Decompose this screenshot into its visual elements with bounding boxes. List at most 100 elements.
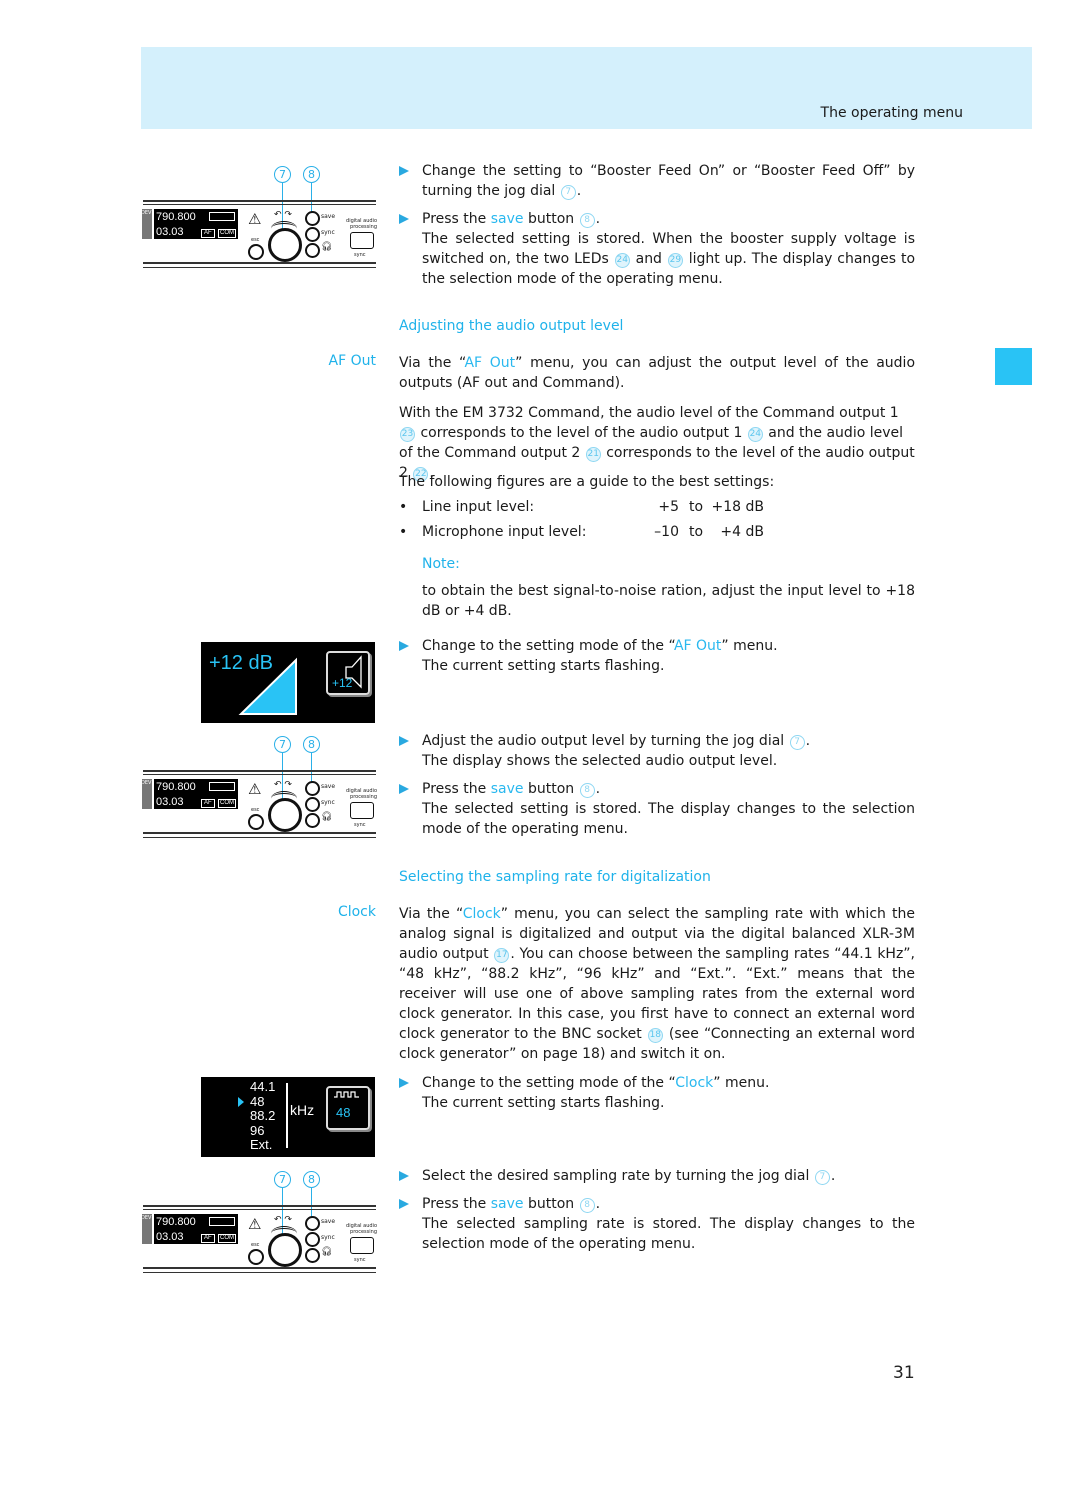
- receiver-panel-1: 7 8 DEV 790.800 03.03 AF COM ⚠ ↶ ↷ esc s…: [141, 166, 377, 271]
- panel-rail-bottom: [143, 262, 376, 264]
- save-link: save: [490, 1196, 524, 1212]
- com-indicator: COM: [218, 799, 236, 808]
- esc-button[interactable]: [248, 244, 264, 260]
- step-detail: The selected sampling rate is stored. Th…: [422, 1216, 915, 1252]
- af-section-heading: Adjusting the audio output level: [399, 318, 624, 334]
- page-number: 31: [893, 1363, 915, 1383]
- step-text: Press the: [422, 211, 491, 227]
- save-label: save: [321, 1218, 336, 1225]
- battery-icon: [209, 212, 235, 221]
- callout-7: 7: [274, 166, 291, 183]
- save-label: save: [321, 783, 336, 790]
- dev-label: DEV: [141, 210, 152, 216]
- dap-sync-label: sync: [354, 822, 366, 828]
- receiver-display: 790.800 03.03 AF COM: [154, 1214, 238, 1244]
- frequency-readout: 790.800: [156, 211, 196, 223]
- step-text: .: [595, 781, 601, 797]
- step-text-end: .: [595, 211, 601, 227]
- clock-display: 44.1 48 88.2 96 Ext. kHz 48: [201, 1077, 375, 1157]
- sync-button[interactable]: [305, 797, 320, 812]
- panel-rail-top: [143, 200, 376, 202]
- save-link: save: [490, 781, 524, 797]
- save-button[interactable]: [305, 781, 320, 796]
- panel-rail-top-2: [143, 204, 376, 205]
- dap-sync-button[interactable]: [350, 1237, 374, 1254]
- step-af-setting-mode: Change to the setting mode of the “AF Ou…: [399, 636, 915, 676]
- esc-button[interactable]: [248, 814, 264, 830]
- af-out-side-label: AF Out: [328, 353, 376, 369]
- frequency-readout: 790.800: [156, 1216, 196, 1228]
- clock-paragraph: Via the “Clock” menu, you can select the…: [399, 904, 915, 1064]
- dap-sync-label: sync: [354, 252, 366, 258]
- receiver-panel-2: 7 8 DEV 790.800 03.03 AF COM ⚠ ↶ ↷ esc s…: [141, 736, 377, 841]
- range-to: +18 dB: [711, 499, 765, 515]
- panel-rail-top-2: [143, 774, 376, 775]
- bullet-icon: •: [399, 499, 408, 515]
- save-label: save: [321, 213, 336, 220]
- ref-number: 29: [667, 253, 683, 268]
- bullet-label: Microphone input level:: [422, 524, 587, 540]
- rotate-arrows-icon: ↶ ↷: [274, 210, 292, 220]
- esc-button[interactable]: [248, 1249, 264, 1265]
- range-from: –10: [654, 524, 679, 540]
- step-arrow-icon: [399, 1171, 409, 1181]
- headphone-button[interactable]: [305, 243, 320, 258]
- panel-rail-bottom-2: [143, 837, 376, 838]
- step-text: ” menu.: [713, 1075, 770, 1091]
- step-detail: The selected setting is stored. The disp…: [422, 801, 915, 837]
- dap-sync-label: sync: [354, 1257, 366, 1263]
- warning-triangle-icon: ⚠: [248, 1215, 262, 1233]
- step-clock-setting-mode: Change to the setting mode of the “Clock…: [399, 1073, 915, 1113]
- ref-number: 24: [614, 253, 630, 268]
- af-indicator: AF: [201, 799, 215, 808]
- menu-box-value: +12: [332, 676, 353, 690]
- sync-label: sync: [321, 1234, 335, 1241]
- sync-button[interactable]: [305, 227, 320, 242]
- save-button[interactable]: [305, 211, 320, 226]
- step-detail: The display shows the selected audio out…: [422, 753, 778, 769]
- com-indicator: COM: [218, 229, 236, 238]
- rotate-arrows-icon: ↶ ↷: [274, 1215, 292, 1225]
- range-from: +5: [658, 499, 679, 515]
- panel-rail-bottom: [143, 1267, 376, 1269]
- jog-dial[interactable]: [268, 1233, 302, 1267]
- panel-rail-top-2: [143, 1209, 376, 1210]
- af-intro-paragraph: Via the “AF Out” menu, you can adjust th…: [399, 353, 915, 393]
- step-press-save-1: Press the save button 8. The selected se…: [399, 209, 915, 289]
- receiver-display: 790.800 03.03 AF COM: [154, 209, 238, 239]
- save-button[interactable]: [305, 1216, 320, 1231]
- digital-audio-processing-label: digital audio processing: [346, 218, 377, 230]
- clock-link: Clock: [675, 1075, 714, 1091]
- ref-number: 17: [494, 948, 510, 963]
- bullet-label: Line input level:: [422, 499, 535, 515]
- panel-rail-top: [143, 770, 376, 772]
- clock-link: Clock: [462, 906, 501, 922]
- step-clock-save: Press the save button 8. The selected sa…: [399, 1194, 915, 1254]
- step-text: Select the desired sampling rate by turn…: [422, 1168, 810, 1184]
- step-text: .: [805, 733, 811, 749]
- command-paragraph: With the EM 3732 Command, the audio leve…: [399, 403, 915, 483]
- esc-label: esc: [251, 1242, 260, 1248]
- digital-audio-processing-label: digital audio processing: [346, 1223, 377, 1235]
- ref-number: 21: [585, 447, 601, 462]
- dap-sync-button[interactable]: [350, 802, 374, 819]
- battery-icon: [209, 782, 235, 791]
- rotate-arrows-icon: ↶ ↷: [274, 780, 292, 790]
- step-booster-feed: Change the setting to “Booster Feed On” …: [399, 161, 915, 201]
- step-arrow-icon: [399, 214, 409, 224]
- dap-sync-button[interactable]: [350, 232, 374, 249]
- step-text: .: [830, 1168, 836, 1184]
- sync-button[interactable]: [305, 1232, 320, 1247]
- jog-dial[interactable]: [268, 798, 302, 832]
- callout-8: 8: [303, 1171, 320, 1188]
- step-text: Adjust the audio output level by turning…: [422, 733, 785, 749]
- headphone-button[interactable]: [305, 1248, 320, 1263]
- af-indicator: AF: [201, 229, 215, 238]
- jog-dial[interactable]: [268, 228, 302, 262]
- step-text: button: [523, 211, 575, 227]
- note-body: to obtain the best signal-to-noise ratio…: [422, 583, 915, 619]
- step-text: Change the setting to “Booster Feed On” …: [422, 163, 915, 199]
- panel-rail-bottom-2: [143, 1272, 376, 1273]
- headphone-button[interactable]: [305, 813, 320, 828]
- receiver-display: 790.800 03.03 AF COM: [154, 779, 238, 809]
